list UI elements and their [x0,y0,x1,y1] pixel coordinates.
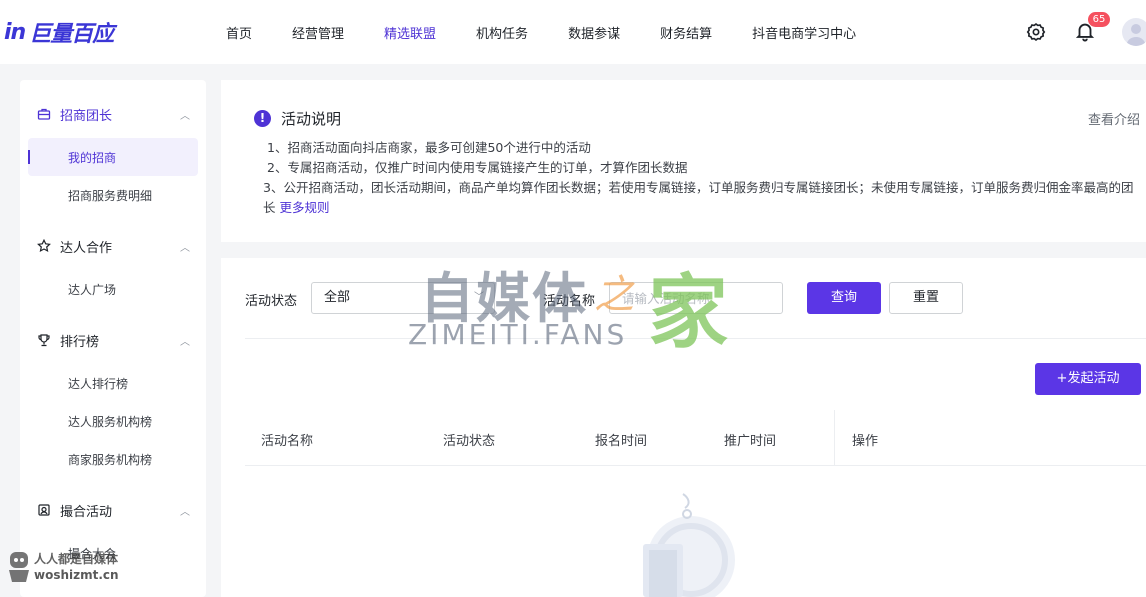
top-navbar: in 巨量百应 首页 经营管理 精选联盟 机构任务 数据参谋 财务结算 抖音电商… [0,0,1146,64]
sidebar-group-match: 撮合活动 ︿ 撮合大会 [20,486,206,572]
sidebar-head-creators[interactable]: 达人合作 ︿ [20,222,206,270]
nav-item-learning[interactable]: 抖音电商学习中心 [752,23,856,42]
info-title-text: 活动说明 [281,110,342,128]
sidebar-group-rankings: 排行榜 ︿ 达人排行榜 达人服务机构榜 商家服务机构榜 [20,316,206,478]
rule-3-text: 3、公开招商活动，团长活动期间，商品产单均算作团长数据；若使用专属链接，订单服务… [263,180,1134,215]
sidebar-group-recruit: 招商团长 ︿ 我的招商 招商服务费明细 [20,80,206,214]
activity-info-card: ! 活动说明 查看介绍 1、招商活动面向抖店商家，最多可创建50个进行中的活动 … [221,80,1146,242]
chevron-up-icon: ︿ [180,336,190,348]
brand-mark: in [4,19,26,45]
info-title: ! 活动说明 [254,108,341,129]
sidebar-head-label: 招商团长 [60,108,113,124]
divider [245,338,1146,339]
nav-item-agency-tasks[interactable]: 机构任务 [476,23,528,42]
status-select[interactable]: 全部 ﹀ [311,282,495,314]
brand-logo[interactable]: in 巨量百应 [4,16,114,48]
nav-item-alliance[interactable]: 精选联盟 [384,23,436,42]
create-activity-button[interactable]: +发起活动 [1035,363,1141,395]
rule-1: 1、招商活动面向抖店商家，最多可创建50个进行中的活动 [267,140,591,155]
info-icon: ! [254,110,271,127]
sidebar-item-my-recruit[interactable]: 我的招商 [28,138,198,176]
more-rules-link[interactable]: 更多规则 [280,200,330,215]
filter-row: 活动状态 全部 ﹀ 活动名称 查询 重置 [245,282,1135,314]
chevron-up-icon: ︿ [180,110,190,122]
rules-text: 1、招商活动面向抖店商家，最多可创建50个进行中的活动 2、专属招商活动，仅推广… [263,138,1137,218]
status-select-value: 全部 [324,290,351,305]
column-header-actions: 操作 [852,434,879,449]
column-separator [834,410,835,466]
chevron-up-icon: ︿ [180,506,190,518]
query-button[interactable]: 查询 [807,282,881,314]
nav-item-home[interactable]: 首页 [226,23,252,42]
sidebar-group-creators: 达人合作 ︿ 达人广场 [20,222,206,308]
trophy-icon [36,332,52,348]
chevron-up-icon: ︿ [180,242,190,254]
sidebar-item-creator-square[interactable]: 达人广场 [28,270,198,308]
star-icon [36,238,52,254]
nav-item-business[interactable]: 经营管理 [292,23,344,42]
activity-name-input[interactable] [609,282,783,314]
sidebar-head-rankings[interactable]: 排行榜 ︿ [20,316,206,364]
column-header-signup-time: 报名时间 [595,434,648,449]
sidebar-item-creator-ranking[interactable]: 达人排行榜 [28,364,198,402]
briefcase-icon [36,106,52,122]
column-header-name: 活动名称 [261,434,314,449]
user-icon [1126,24,1146,46]
brand-name: 巨量百应 [29,22,114,47]
column-header-status: 活动状态 [443,434,496,449]
sidebar-head-label: 达人合作 [60,240,113,256]
sidebar-item-creator-agency-ranking[interactable]: 达人服务机构榜 [28,402,198,440]
main-nav: 首页 经营管理 精选联盟 机构任务 数据参谋 财务结算 抖音电商学习中心 [226,0,896,64]
calendar-icon [36,502,52,518]
rule-2: 2、专属招商活动，仅推广时间内使用专属链接产生的订单，才算作团长数据 [267,160,688,175]
sidebar-item-match-conference[interactable]: 撮合大会 [28,534,198,572]
sidebar-head-label: 排行榜 [60,334,100,350]
activity-list-card: 活动状态 全部 ﹀ 活动名称 查询 重置 +发起活动 活动名称 活动状态 报名时… [221,258,1146,597]
sidebar-item-merchant-agency-ranking[interactable]: 商家服务机构榜 [28,440,198,478]
gear-icon[interactable] [1026,22,1046,42]
sidebar-head-label: 撮合活动 [60,504,113,520]
reset-button[interactable]: 重置 [889,282,963,314]
nav-item-finance[interactable]: 财务结算 [660,23,712,42]
status-filter-label: 活动状态 [245,294,298,309]
sidebar-head-recruit[interactable]: 招商团长 ︿ [20,90,206,138]
name-filter-label: 活动名称 [543,294,596,309]
sidebar: 招商团长 ︿ 我的招商 招商服务费明细 达人合作 ︿ 达人广场 排行榜 ︿ 达人… [20,80,206,597]
rule-3: 3、公开招商活动，团长活动期间，商品产单均算作团长数据；若使用专属链接，订单服务… [263,178,1137,218]
avatar[interactable] [1122,18,1146,46]
view-intro-link[interactable]: 查看介绍 [1088,109,1140,128]
sidebar-head-match[interactable]: 撮合活动 ︿ [20,486,206,534]
chevron-down-icon: ﹀ [474,292,484,303]
table-header: 活动名称 活动状态 报名时间 推广时间 操作 [245,410,1146,466]
sidebar-item-service-fee[interactable]: 招商服务费明细 [28,176,198,214]
empty-state-illustration [643,493,735,597]
nav-item-data[interactable]: 数据参谋 [568,23,620,42]
column-header-promo-time: 推广时间 [724,434,777,449]
notification-badge: 65 [1088,12,1110,27]
